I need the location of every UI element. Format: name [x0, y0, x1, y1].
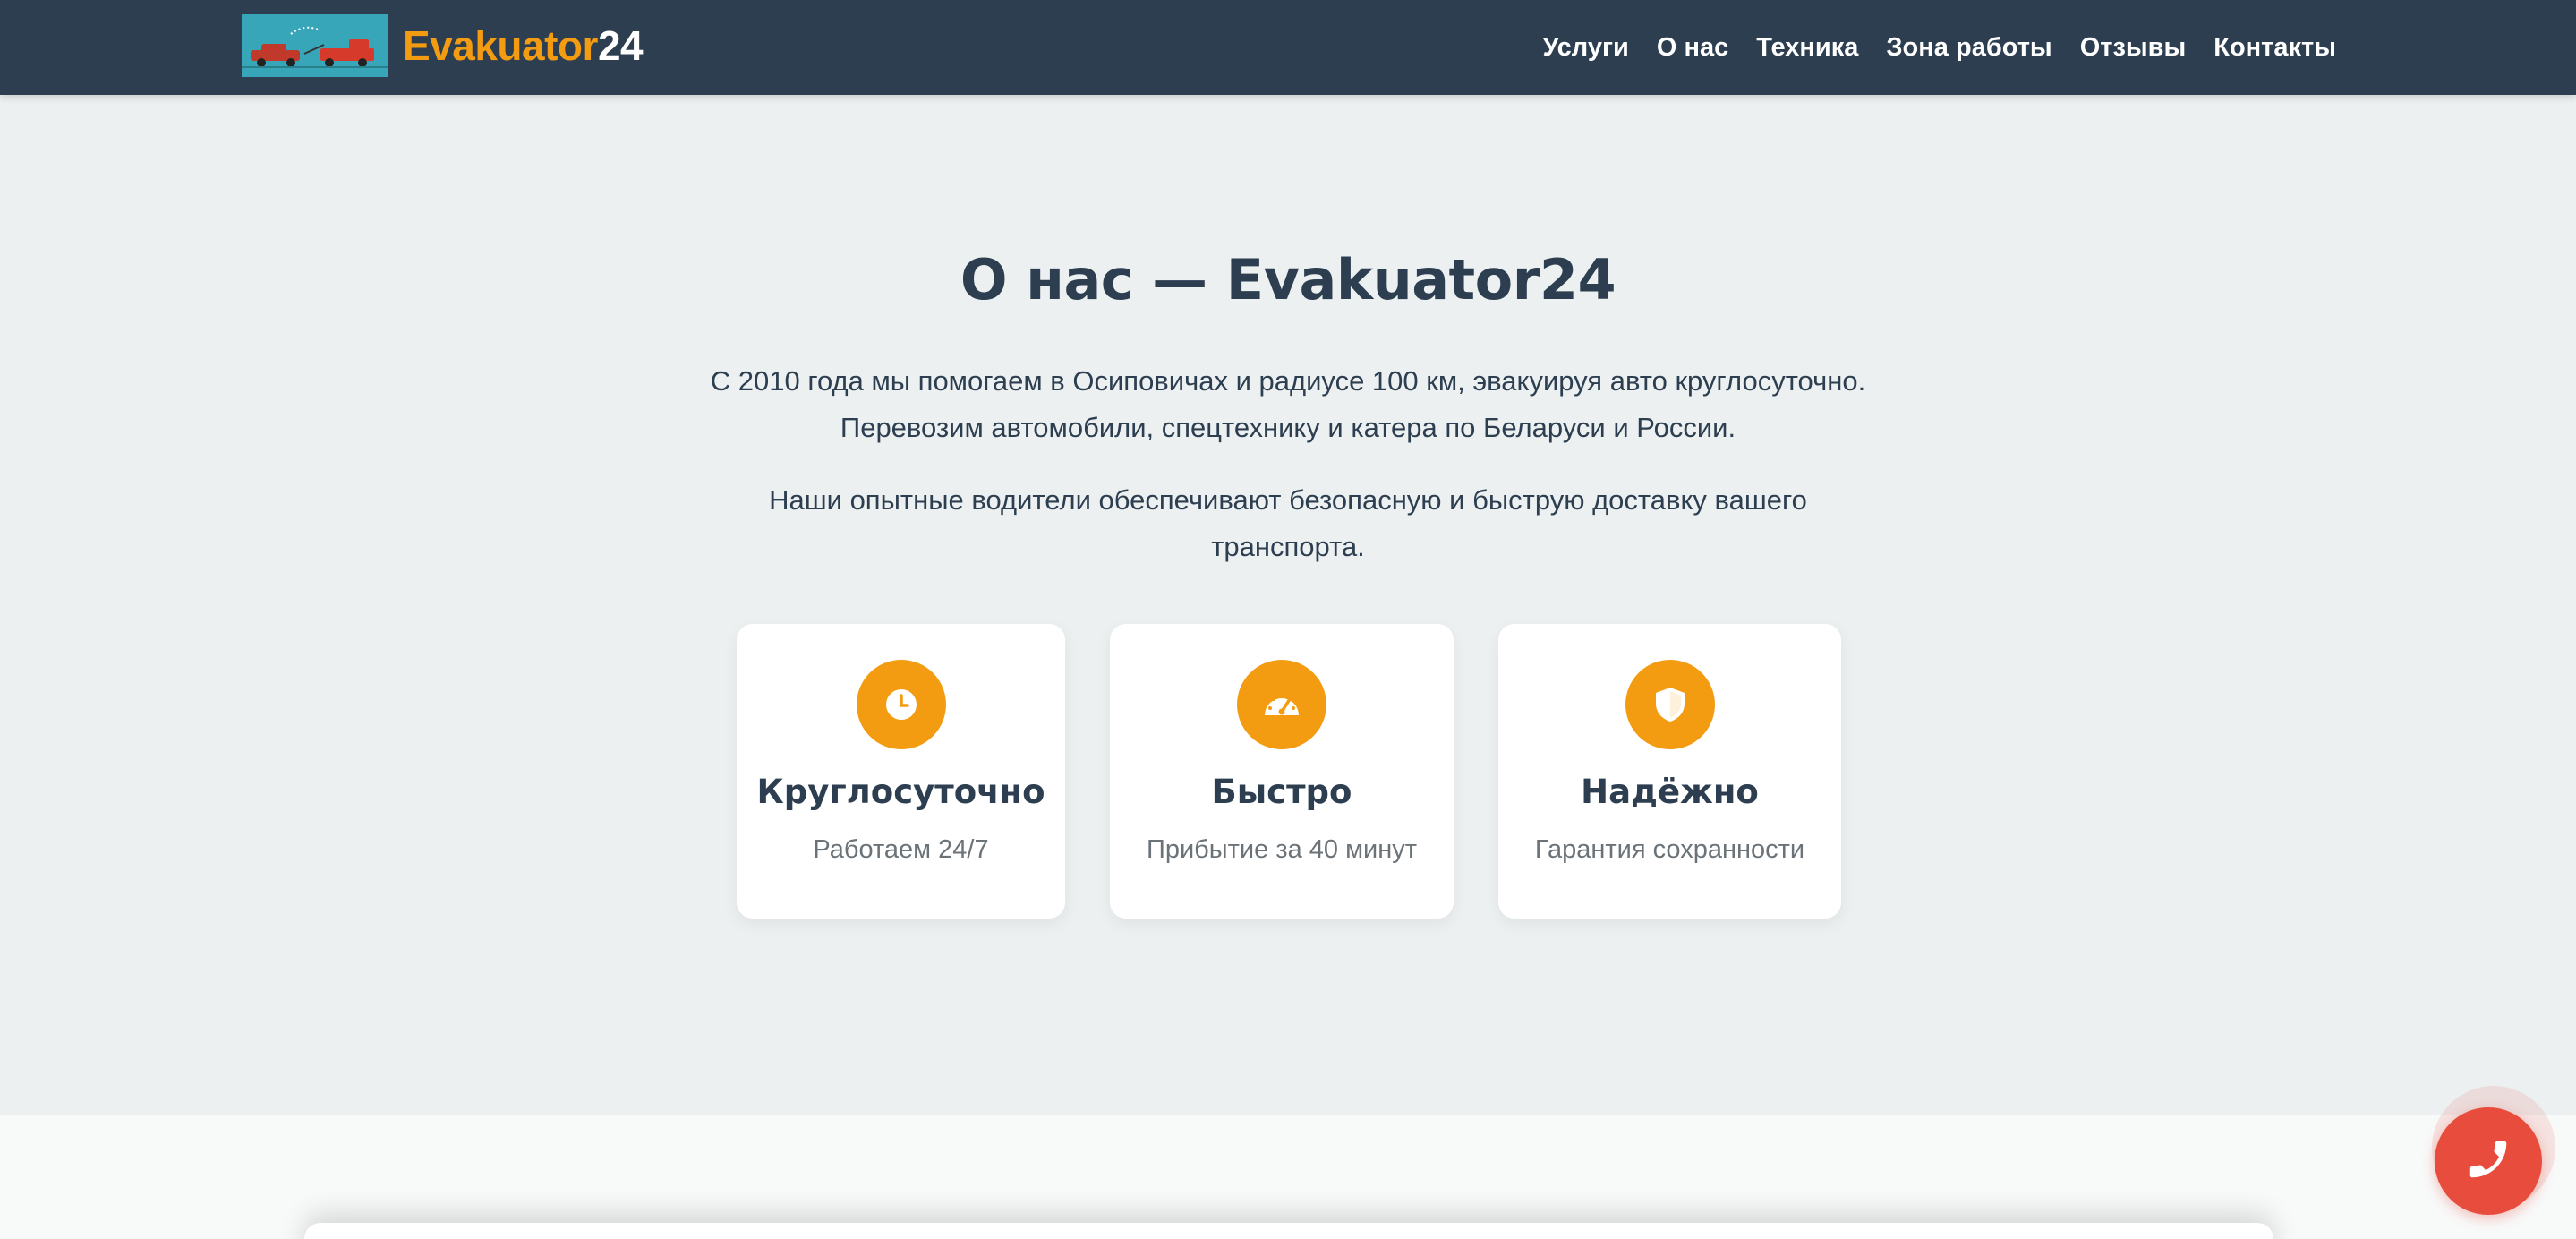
tow-truck-logo-image: [242, 14, 388, 77]
shield-icon: [1625, 660, 1715, 749]
site-header: Evakuator24 Услуги О нас Техника Зона ра…: [0, 0, 2576, 95]
feature-card-24-7: Круглосуточно Работаем 24/7: [737, 624, 1065, 919]
feature-title: Надёжно: [1581, 773, 1759, 811]
feature-subtitle: Прибытие за 40 минут: [1146, 835, 1418, 864]
feature-subtitle: Работаем 24/7: [813, 835, 989, 864]
next-section-card: [304, 1223, 2273, 1239]
brand-word: Evakuator: [403, 22, 598, 69]
main-nav: Услуги О нас Техника Зона работы Отзывы …: [1514, 0, 2336, 95]
feature-cards: Круглосуточно Работаем 24/7 Быстро Прибы…: [0, 624, 2576, 919]
nav-service-area[interactable]: Зона работы: [1886, 33, 2051, 63]
about-title: О нас — Evakuator24: [960, 247, 1616, 312]
feature-title: Быстро: [1211, 773, 1352, 811]
nav-reviews[interactable]: Отзывы: [2080, 33, 2187, 63]
brand-name: Evakuator24: [403, 21, 644, 70]
feature-subtitle: Гарантия сохранности: [1534, 835, 1805, 864]
feature-card-reliable: Надёжно Гарантия сохранности: [1498, 624, 1841, 919]
logo[interactable]: Evakuator24: [242, 14, 644, 77]
nav-contacts[interactable]: Контакты: [2213, 33, 2336, 63]
brand-number: 24: [597, 22, 644, 69]
clock-icon: [856, 660, 946, 749]
about-paragraph-1: С 2010 года мы помогаем в Осиповичах и р…: [710, 365, 1866, 443]
call-button[interactable]: [2435, 1107, 2542, 1215]
speedometer-icon: [1237, 660, 1326, 749]
feature-card-fast: Быстро Прибытие за 40 минут: [1110, 624, 1454, 919]
next-section: [0, 1115, 2576, 1239]
feature-title: Круглосуточно: [756, 773, 1045, 811]
nav-services[interactable]: Услуги: [1542, 33, 1628, 63]
phone-icon: [2464, 1135, 2512, 1188]
nav-equipment[interactable]: Техника: [1756, 33, 1858, 63]
nav-about[interactable]: О нас: [1657, 33, 1728, 63]
about-section: О нас — Evakuator24 С 2010 года мы помог…: [0, 95, 2576, 1115]
about-paragraph-2: Наши опытные водители обеспечивают безоп…: [769, 484, 1807, 562]
